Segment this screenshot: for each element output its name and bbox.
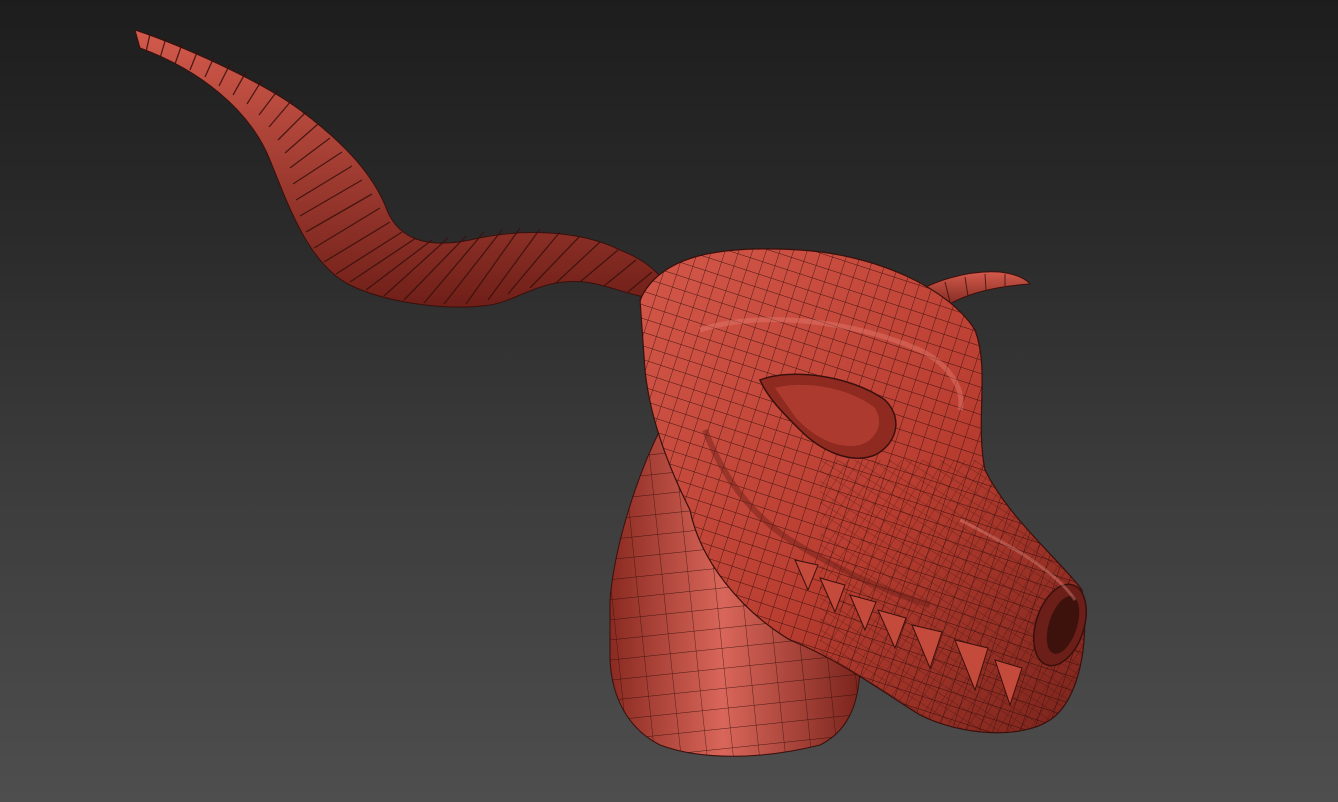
3d-viewport[interactable]: [0, 0, 1338, 802]
left-horn: [134, 29, 669, 308]
dragon-skull-model[interactable]: [0, 0, 1338, 802]
